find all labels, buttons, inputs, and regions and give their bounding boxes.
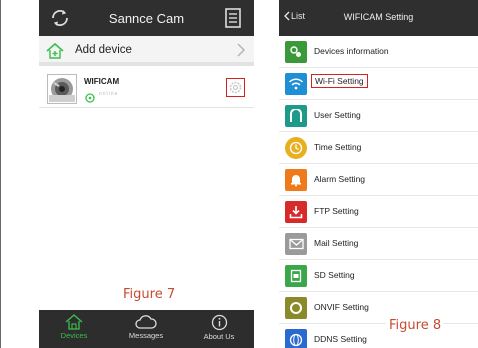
tab-messages[interactable]: Messages — [116, 310, 176, 348]
menu-label: Devices information — [314, 46, 389, 56]
mail-icon — [285, 233, 307, 255]
menu-item-devices-information[interactable]: Devices information — [279, 36, 478, 68]
camera-settings-screen: List WIFICAM Setting Devices information… — [279, 0, 478, 348]
menu-item-time-setting[interactable]: Time Setting — [279, 132, 478, 164]
globe-icon — [285, 329, 307, 348]
menu-label: Time Setting — [314, 142, 362, 152]
tab-messages-label: Messages — [128, 331, 164, 340]
app-title: Sannce Cam — [108, 10, 185, 26]
settings-header: List WIFICAM Setting — [279, 0, 478, 36]
sd-card-icon — [285, 265, 307, 287]
menu-label-highlighted: Wi-Fi Setting — [311, 74, 368, 88]
tab-about[interactable]: About Us — [189, 310, 249, 348]
menu-item-sd-setting[interactable]: SD Setting — [279, 260, 478, 292]
ring-icon — [285, 297, 307, 319]
menu-label: Mail Setting — [314, 238, 359, 248]
refresh-button[interactable] — [49, 8, 71, 28]
user-icon — [285, 105, 307, 127]
bell-icon — [285, 169, 307, 191]
camera-thumbnail — [47, 74, 77, 104]
chevron-right-icon — [236, 42, 246, 58]
document-icon — [225, 8, 241, 28]
menu-item-alarm-setting[interactable]: Alarm Setting — [279, 164, 478, 196]
add-home-icon — [45, 42, 65, 60]
menu-item-mail-setting[interactable]: Mail Setting — [279, 228, 478, 260]
menu-item-onvif-setting[interactable]: ONVIF Setting — [279, 292, 478, 324]
clock-icon — [285, 137, 307, 159]
menu-label: User Setting — [314, 110, 361, 120]
settings-title: WIFICAM Setting — [343, 12, 414, 22]
menu-label: Alarm Setting — [314, 174, 366, 184]
cloud-icon — [135, 315, 157, 329]
menu-label: DDNS Setting — [314, 334, 367, 344]
menu-item-user-setting[interactable]: User Setting — [279, 100, 478, 132]
wifi-icon — [285, 73, 307, 95]
tab-devices-label: Devices — [60, 331, 88, 340]
location-pin-icon — [85, 90, 95, 103]
tab-about-label: About Us — [203, 332, 235, 341]
camera-settings-button[interactable] — [226, 78, 245, 97]
app-header: Sannce Cam — [39, 0, 254, 36]
figure-7-caption: Figure 7 — [123, 287, 176, 302]
log-button[interactable] — [224, 7, 242, 29]
camera-list-item[interactable]: WIFICAM online — [39, 70, 254, 108]
menu-label: FTP Setting — [314, 206, 359, 216]
download-icon — [285, 201, 307, 223]
menu-label: SD Setting — [314, 270, 355, 280]
refresh-icon — [52, 10, 68, 26]
puzzle-icon — [285, 41, 307, 63]
camera-name: WIFICAM — [84, 77, 120, 86]
bottom-tab-bar: Devices Messages About Us — [39, 310, 254, 348]
camera-status: online — [99, 91, 119, 97]
add-device-row[interactable]: Add device — [39, 36, 254, 66]
menu-label: ONVIF Setting — [314, 302, 369, 312]
menu-item-ftp-setting[interactable]: FTP Setting — [279, 196, 478, 228]
gear-icon — [229, 81, 242, 94]
devices-screen: Sannce Cam Add device WIFICAM online Fig… — [39, 0, 254, 348]
tab-devices[interactable]: Devices — [44, 310, 104, 348]
info-icon — [211, 314, 227, 331]
add-device-label: Add device — [75, 44, 132, 56]
figure-8-caption: Figure 8 — [386, 318, 445, 333]
menu-item-wifi-setting[interactable]: Wi-Fi Setting — [279, 68, 478, 100]
home-icon — [65, 314, 83, 330]
menu-item-ddns-setting[interactable]: DDNS Setting — [279, 324, 478, 348]
